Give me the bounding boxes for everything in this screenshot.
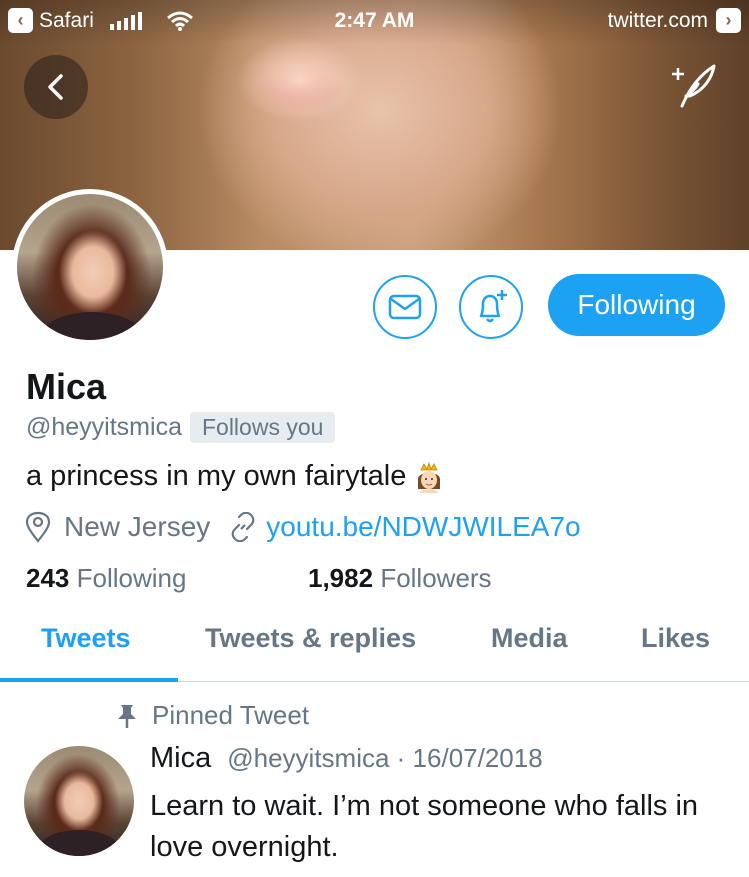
tweet-body[interactable]: Learn to wait. I’m not someone who falls… (150, 786, 730, 868)
profile-avatar[interactable] (12, 189, 168, 345)
forward-icon: › (716, 8, 741, 33)
follows-you-badge: Follows you (189, 412, 336, 443)
forward-to-domain[interactable]: twitter.com › (608, 8, 741, 33)
avatar-shirt (37, 312, 147, 340)
back-button[interactable] (24, 55, 88, 119)
following-count-label: Following (76, 563, 187, 593)
followers-count-number: 1,982 (308, 563, 374, 593)
chevron-left-icon (48, 74, 63, 100)
tweet-header: Mica @heyyitsmica · 16/07/2018 (150, 742, 543, 775)
notifications-button[interactable] (459, 275, 523, 339)
active-tab-indicator (0, 678, 178, 682)
tweet-author-avatar[interactable] (24, 746, 134, 856)
tab-tweets[interactable]: Tweets (41, 623, 131, 654)
profile-bio: a princess in my own fairytale (26, 460, 444, 493)
handle-row: @heyyitsmica Follows you (26, 412, 336, 443)
envelope-icon (388, 294, 422, 320)
following-count-number: 243 (26, 563, 70, 593)
profile-location: New Jersey (64, 511, 211, 542)
tab-media[interactable]: Media (491, 623, 568, 654)
profile-meta: New Jersey youtu.be/NDWJWILEA7o (24, 511, 581, 543)
following-count[interactable]: 243 Following (26, 563, 186, 594)
profile-name: Mica (26, 366, 107, 407)
tweet-handle-date: @heyyitsmica · 16/07/2018 (227, 743, 543, 773)
tab-likes[interactable]: Likes (641, 623, 710, 654)
pinned-tweet-label: Pinned Tweet (116, 700, 309, 731)
bio-text: a princess in my own fairytale (26, 460, 407, 492)
following-button[interactable]: Following (548, 274, 725, 336)
profile-handle: @heyyitsmica (26, 413, 182, 441)
profile-link[interactable]: youtu.be/NDWJWILEA7o (266, 511, 580, 543)
pinned-tweet-text: Pinned Tweet (152, 700, 310, 730)
tweet-author-name[interactable]: Mica (150, 742, 211, 775)
avatar-shirt (38, 830, 120, 856)
location-pin-icon (25, 511, 51, 543)
princess-emoji-icon (418, 461, 441, 493)
compose-tweet-icon[interactable] (668, 62, 718, 108)
domain-label: twitter.com (607, 8, 708, 32)
bell-plus-icon (479, 290, 507, 323)
profile-tabs: Tweets Tweets & replies Media Likes (0, 606, 749, 682)
followers-count-label: Followers (380, 563, 492, 593)
followers-count[interactable]: 1,982 Followers (308, 563, 492, 594)
tab-tweets-and-replies[interactable]: Tweets & replies (205, 623, 416, 654)
message-button[interactable] (373, 275, 437, 339)
status-bar: ‹ Safari 2:47 AM twitter.com › (0, 0, 749, 40)
pin-icon (118, 704, 136, 728)
link-icon (231, 512, 255, 542)
